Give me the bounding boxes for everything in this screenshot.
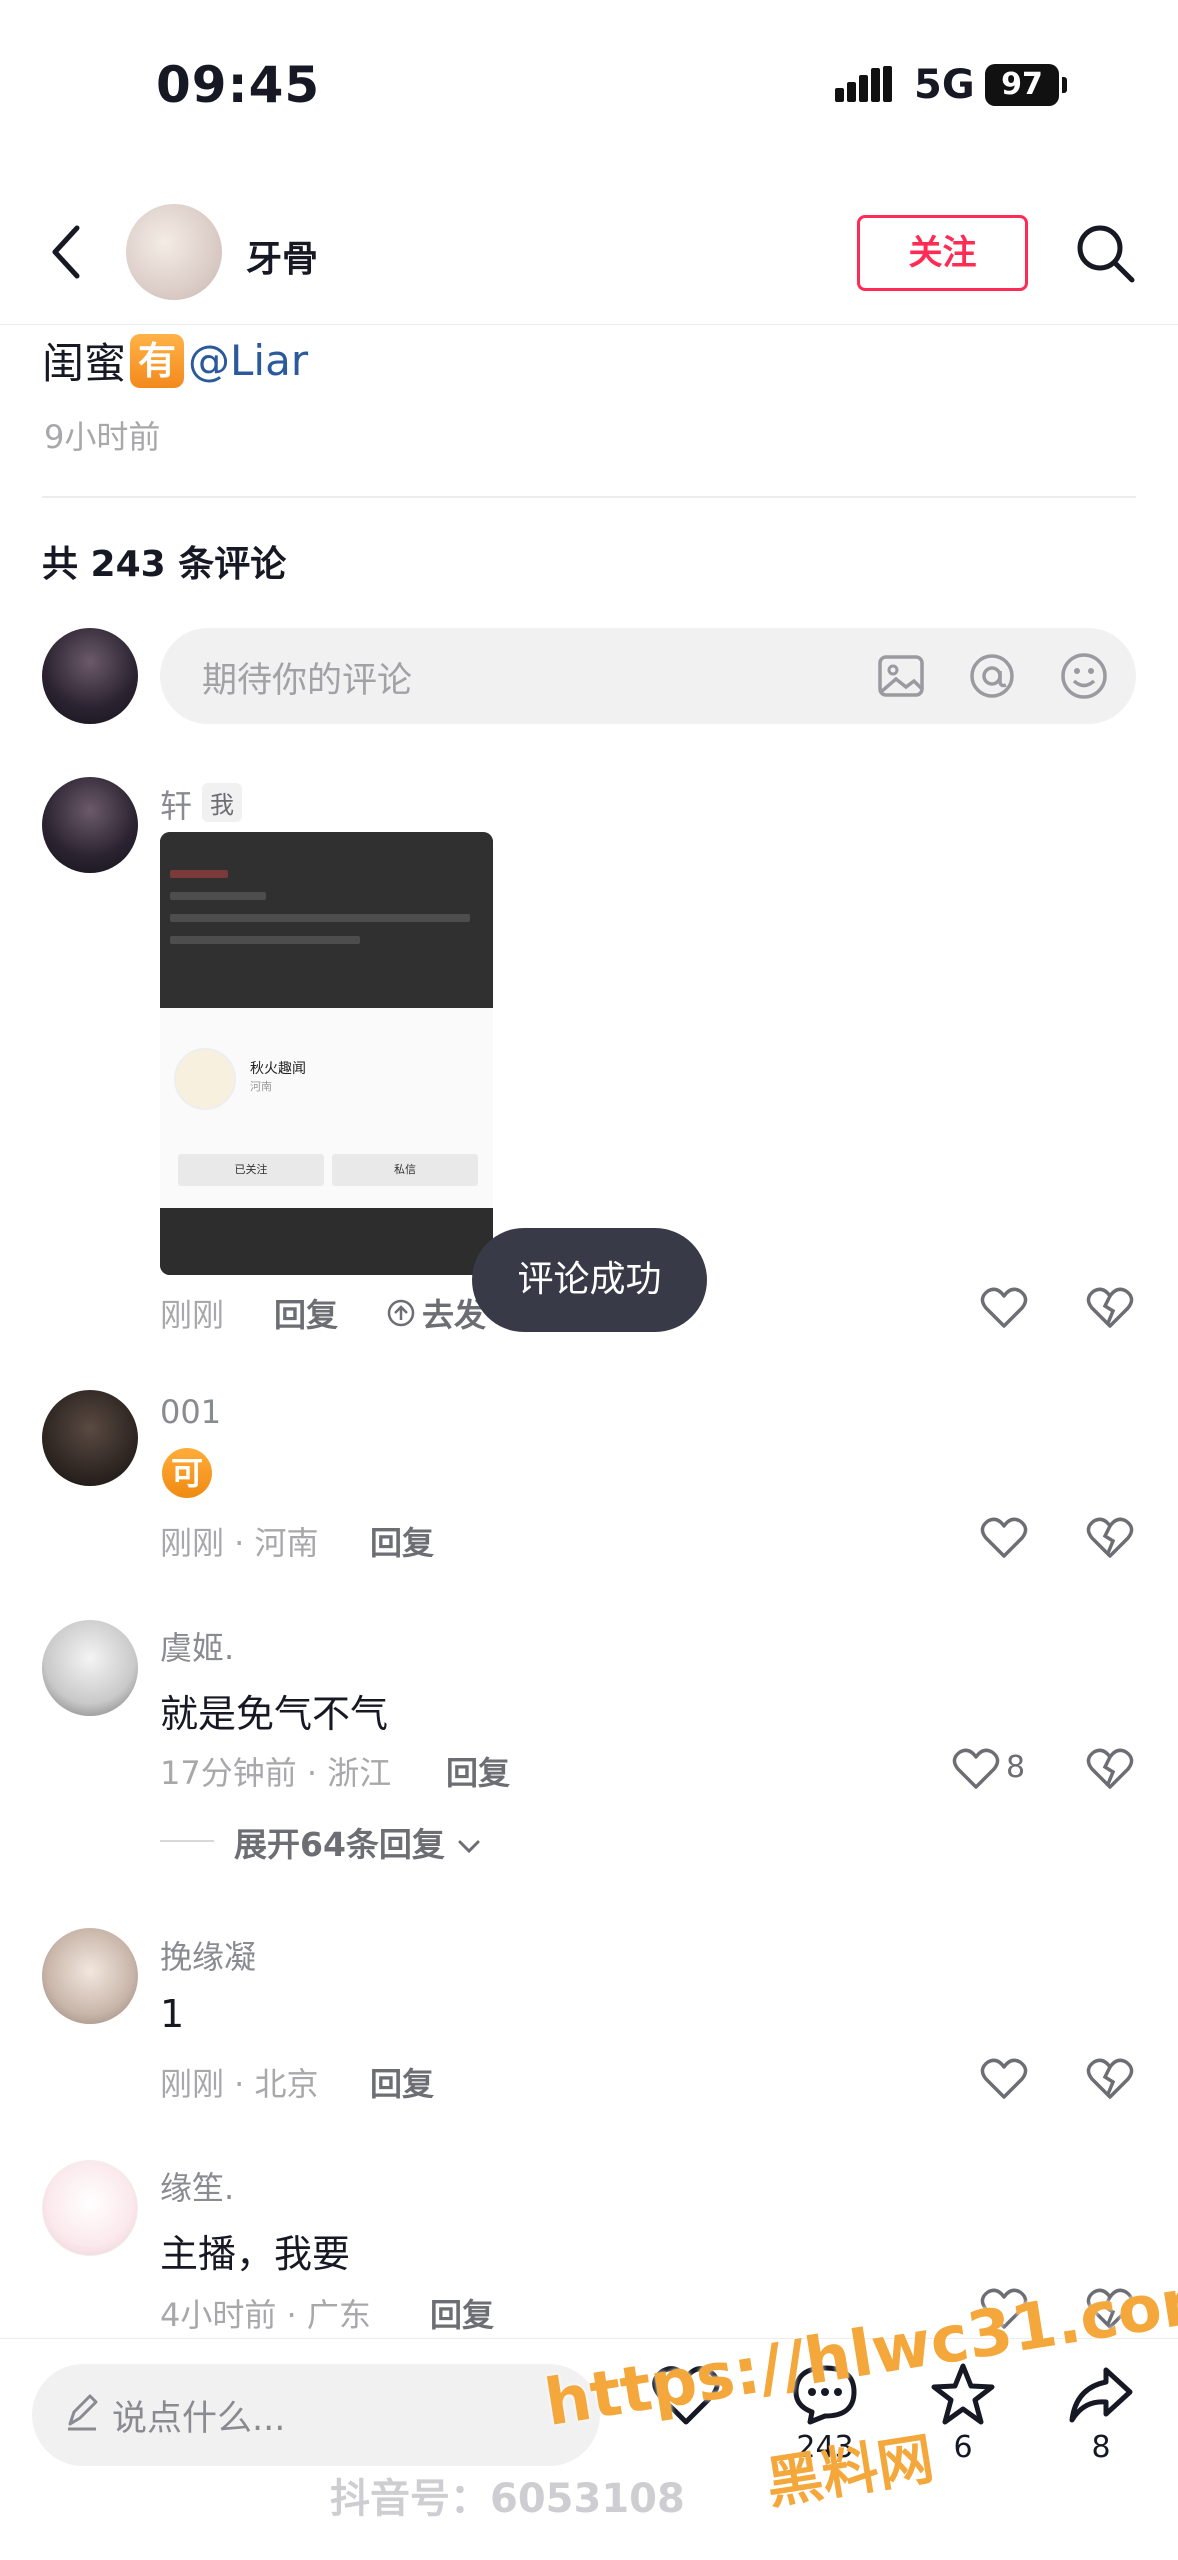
comment-username[interactable]: 挽缘凝 (160, 1932, 256, 1978)
mention-link[interactable]: @Liar (188, 336, 308, 385)
battery-indicator: 97 (985, 64, 1059, 106)
expand-replies-label: 展开64条回复 (234, 1825, 445, 1864)
follow-button[interactable]: 关注 (857, 215, 1028, 291)
comment-avatar[interactable] (42, 1620, 138, 1716)
comment-username[interactable]: 虞姬. (160, 1623, 234, 1669)
back-arrow-icon[interactable] (45, 222, 89, 282)
my-avatar (42, 628, 138, 724)
author-name[interactable]: 牙骨 (246, 230, 318, 282)
like-heart-icon[interactable] (980, 1515, 1028, 1559)
comment-avatar[interactable] (42, 777, 138, 873)
author-avatar[interactable] (126, 204, 222, 300)
comment-text: 主播，我要 (160, 2232, 351, 2276)
share-count-label: 8 (1091, 2430, 1111, 2465)
comment-username[interactable]: 001 (160, 1393, 221, 1431)
share-arrow-icon[interactable] (1066, 2362, 1136, 2426)
header-divider (0, 324, 1178, 325)
comment-meta: 刚刚 (160, 1296, 225, 1334)
mini-profile-sub: 河南 (250, 1080, 272, 1093)
comment-username[interactable]: 缘笙. (160, 2163, 234, 2209)
comment-count: 共 243 条评论 (42, 544, 287, 585)
like-count: 8 (1006, 1750, 1026, 1785)
mini-profile-name: 秋火趣闻 (250, 1061, 306, 1077)
expand-divider (160, 1840, 214, 1842)
say-something-placeholder: 说点什么... (112, 2399, 286, 2439)
post-divider (42, 496, 1136, 498)
status-time: 09:45 (156, 56, 321, 114)
image-line (170, 936, 360, 944)
reply-button[interactable]: 回复 (370, 2059, 434, 2105)
search-icon[interactable] (1074, 222, 1136, 284)
at-icon[interactable] (967, 651, 1017, 701)
reply-button[interactable]: 回复 (430, 2290, 494, 2336)
dislike-broken-heart-icon[interactable] (1086, 2056, 1134, 2100)
image-profile-card: 秋火趣闻 河南 已关注 私信 (160, 1008, 493, 1208)
post-text: 闺蜜 有 @Liar (42, 330, 308, 391)
mini-followed-button: 已关注 (178, 1154, 324, 1186)
comment-meta: 刚刚 · 北京 (160, 2065, 319, 2103)
comment-avatar[interactable] (42, 2160, 138, 2256)
like-heart-icon[interactable] (980, 2056, 1028, 2100)
emoji-you-icon: 有 (130, 333, 185, 388)
image-icon[interactable] (876, 651, 926, 701)
comment-text: 1 (160, 1992, 185, 2036)
expand-replies-button[interactable]: 展开64条回复 (234, 1818, 482, 1866)
reply-button[interactable]: 回复 (446, 1748, 510, 1794)
like-heart-icon[interactable] (980, 1285, 1028, 1329)
mini-avatar (174, 1048, 236, 1110)
comment-text: 就是免气不气 (160, 1692, 389, 1736)
comment-avatar[interactable] (42, 1928, 138, 2024)
mini-message-button: 私信 (332, 1154, 478, 1186)
douyin-id-watermark: 抖音号：6053108 (330, 2476, 685, 2522)
collect-count-label: 6 (953, 2430, 973, 2465)
dislike-broken-heart-icon[interactable] (1086, 1285, 1134, 1329)
signal-icon (835, 66, 892, 102)
reply-button[interactable]: 回复 (370, 1518, 434, 1564)
emoji-ke-icon: 可 (162, 1448, 212, 1498)
image-line (170, 870, 228, 878)
network-label: 5G (914, 62, 975, 108)
comment-meta: 17分钟前 · 浙江 (160, 1754, 392, 1792)
comment-image[interactable]: 秋火趣闻 河南 已关注 私信 (160, 832, 493, 1275)
comment-input-placeholder: 期待你的评论 (202, 661, 413, 701)
dislike-broken-heart-icon[interactable] (1086, 1746, 1134, 1790)
me-tag: 我 (202, 783, 243, 822)
comment-emoji: 可 (162, 1448, 212, 1498)
pen-icon (68, 2394, 98, 2431)
comment-avatar[interactable] (42, 1390, 138, 1486)
emoji-icon[interactable] (1059, 651, 1109, 701)
image-text-area (160, 832, 493, 1008)
image-line (170, 892, 266, 900)
image-line (170, 914, 470, 922)
comment-meta: 刚刚 · 河南 (160, 1524, 319, 1562)
reply-button[interactable]: 回复 (274, 1290, 338, 1336)
battery-cap (1062, 77, 1067, 93)
post-time: 9小时前 (44, 418, 161, 456)
comment-meta: 4小时前 · 广东 (160, 2296, 371, 2334)
comment-username-text[interactable]: 轩 (160, 787, 192, 825)
toast-comment-success: 评论成功 (472, 1228, 707, 1332)
post-text-prefix: 闺蜜 (42, 339, 127, 388)
repost-icon (387, 1299, 415, 1327)
chevron-down-icon (458, 1840, 480, 1854)
repost-button[interactable]: 去发 (386, 1290, 486, 1336)
image-bottom-area (160, 1208, 493, 1275)
dislike-broken-heart-icon[interactable] (1086, 1515, 1134, 1559)
like-heart-icon[interactable] (952, 1746, 1000, 1790)
comment-username[interactable]: 轩我 (160, 781, 243, 827)
